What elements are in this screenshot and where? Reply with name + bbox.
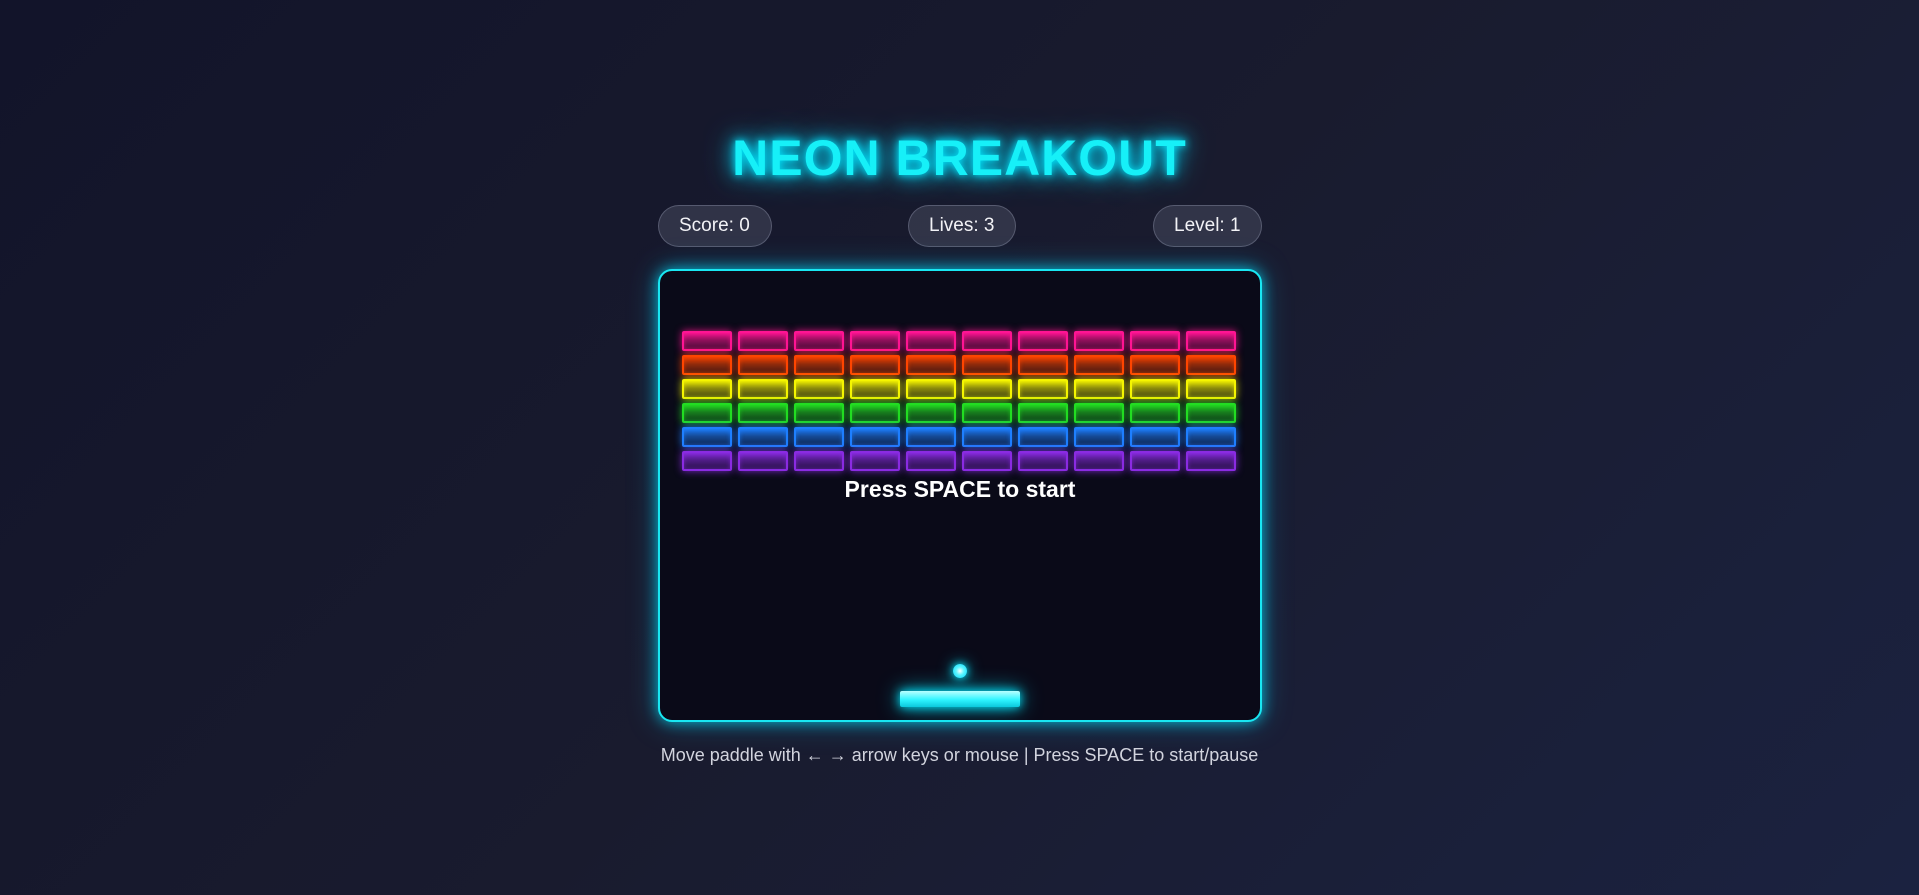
brick-yellow <box>794 379 844 399</box>
brick-pink <box>1074 331 1124 351</box>
brick-purple <box>1186 451 1236 471</box>
brick-green <box>1130 403 1180 423</box>
brick-blue <box>850 427 900 447</box>
brick-yellow <box>1018 379 1068 399</box>
brick-green <box>962 403 1012 423</box>
brick-yellow <box>906 379 956 399</box>
brick-pink <box>1186 331 1236 351</box>
brick-blue <box>1018 427 1068 447</box>
brick-blue <box>962 427 1012 447</box>
brick-orange <box>906 355 956 375</box>
brick-purple <box>1074 451 1124 471</box>
brick-yellow <box>962 379 1012 399</box>
brick-green <box>794 403 844 423</box>
brick-yellow <box>850 379 900 399</box>
brick-blue <box>794 427 844 447</box>
brick-orange <box>794 355 844 375</box>
brick-yellow <box>1186 379 1236 399</box>
brick-blue <box>1074 427 1124 447</box>
brick-green <box>682 403 732 423</box>
brick-blue <box>738 427 788 447</box>
brick-pink <box>962 331 1012 351</box>
brick-purple <box>850 451 900 471</box>
score-display: Score: 0 <box>658 205 772 247</box>
brick-pink <box>1018 331 1068 351</box>
brick-blue <box>1130 427 1180 447</box>
brick-yellow <box>1130 379 1180 399</box>
brick-blue <box>682 427 732 447</box>
brick-blue <box>906 427 956 447</box>
brick-green <box>1186 403 1236 423</box>
ball <box>953 664 967 678</box>
brick-blue <box>1186 427 1236 447</box>
brick-orange <box>962 355 1012 375</box>
brick-pink <box>1130 331 1180 351</box>
brick-pink <box>906 331 956 351</box>
brick-orange <box>1074 355 1124 375</box>
brick-orange <box>1018 355 1068 375</box>
brick-purple <box>682 451 732 471</box>
brick-pink <box>738 331 788 351</box>
game-title: NEON BREAKOUT <box>732 130 1187 186</box>
brick-orange <box>738 355 788 375</box>
controls-instructions: Move paddle with ← → arrow keys or mouse… <box>660 745 1259 765</box>
brick-pink <box>794 331 844 351</box>
brick-pink <box>850 331 900 351</box>
game-board[interactable]: Press SPACE to start <box>658 269 1262 722</box>
brick-yellow <box>682 379 732 399</box>
paddle[interactable] <box>900 691 1020 707</box>
level-display: Level: 1 <box>1153 205 1262 247</box>
brick-green <box>850 403 900 423</box>
brick-purple <box>962 451 1012 471</box>
brick-orange <box>850 355 900 375</box>
brick-green <box>1074 403 1124 423</box>
brick-orange <box>682 355 732 375</box>
brick-pink <box>682 331 732 351</box>
start-message: Press SPACE to start <box>844 476 1076 502</box>
brick-yellow <box>1074 379 1124 399</box>
brick-yellow <box>738 379 788 399</box>
lives-display: Lives: 3 <box>908 205 1016 247</box>
brick-green <box>906 403 956 423</box>
brick-orange <box>1130 355 1180 375</box>
brick-purple <box>794 451 844 471</box>
brick-green <box>738 403 788 423</box>
brick-orange <box>1186 355 1236 375</box>
brick-purple <box>1130 451 1180 471</box>
brick-purple <box>1018 451 1068 471</box>
brick-green <box>1018 403 1068 423</box>
brick-purple <box>906 451 956 471</box>
brick-purple <box>738 451 788 471</box>
